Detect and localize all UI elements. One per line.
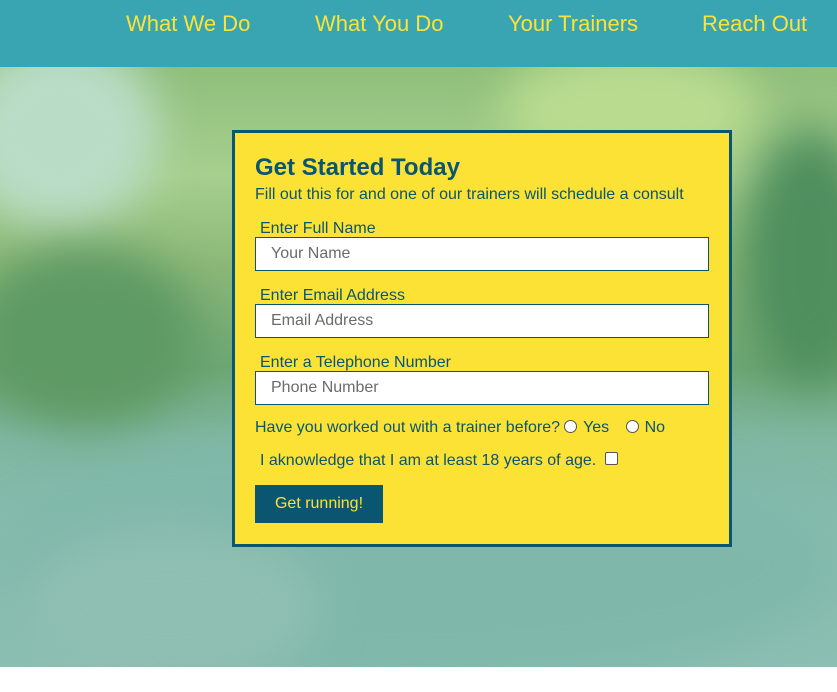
nav-link-your-trainers[interactable]: Your Trainers	[508, 10, 638, 38]
nav-link-what-you-do[interactable]: What You Do	[315, 10, 443, 38]
background-sky-blur	[0, 67, 160, 227]
form-subtitle: Fill out this for and one of our trainer…	[255, 186, 684, 203]
radio-no-label: No	[644, 419, 666, 436]
email-input[interactable]	[255, 304, 709, 338]
consult-signup-form: Get Started Today Fill out this for and …	[232, 130, 732, 547]
form-title: Get Started Today	[255, 154, 460, 181]
full-name-label: Enter Full Name	[260, 220, 376, 237]
background-shrubs-blur	[0, 247, 200, 427]
nav-link-what-we-do[interactable]: What We Do	[126, 10, 250, 38]
radio-no[interactable]	[625, 420, 639, 433]
age-acknowledgement-checkbox[interactable]	[605, 452, 619, 465]
background-trees-blur	[740, 127, 837, 387]
telephone-input[interactable]	[255, 371, 709, 405]
email-label: Enter Email Address	[260, 287, 405, 304]
full-name-input[interactable]	[255, 237, 709, 271]
radio-yes-label: Yes	[583, 419, 610, 436]
telephone-label: Enter a Telephone Number	[260, 354, 451, 371]
top-navigation: What We Do What You Do Your Trainers Rea…	[0, 0, 837, 67]
trainer-experience-question: Have you worked out with a trainer befor…	[255, 418, 665, 438]
trainer-question-text: Have you worked out with a trainer befor…	[255, 419, 561, 436]
age-acknowledgement-row: I aknowledge that I am at least 18 years…	[260, 451, 619, 471]
nav-link-reach-out[interactable]: Reach Out	[702, 10, 807, 38]
radio-yes[interactable]	[564, 420, 578, 433]
get-running-button[interactable]: Get running!	[255, 485, 383, 523]
age-acknowledgement-text: I aknowledge that I am at least 18 years…	[260, 452, 597, 469]
